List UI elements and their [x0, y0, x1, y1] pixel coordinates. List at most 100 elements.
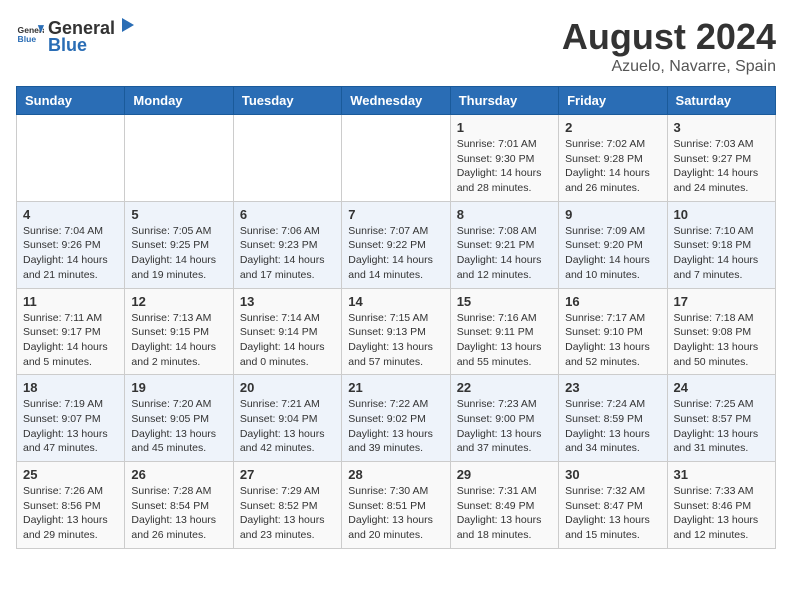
day-number: 17: [674, 294, 769, 309]
day-detail: Sunrise: 7:06 AM Sunset: 9:23 PM Dayligh…: [240, 224, 335, 283]
calendar-cell: 27 Sunrise: 7:29 AM Sunset: 8:52 PM Dayli…: [233, 462, 341, 549]
calendar-cell: 22 Sunrise: 7:23 AM Sunset: 9:00 PM Dayli…: [450, 375, 558, 462]
day-number: 10: [674, 207, 769, 222]
calendar-cell: 9Sunrise: 7:09 AM Sunset: 9:20 PM Daylig…: [559, 201, 667, 288]
weekday-header-wednesday: Wednesday: [342, 87, 450, 115]
day-detail: Sunrise: 7:04 AM Sunset: 9:26 PM Dayligh…: [23, 224, 118, 283]
day-number: 24: [674, 380, 769, 395]
day-number: 2: [565, 120, 660, 135]
calendar-cell: 15 Sunrise: 7:16 AM Sunset: 9:11 PM Dayli…: [450, 288, 558, 375]
day-number: 29: [457, 467, 552, 482]
day-detail: Sunrise: 7:01 AM Sunset: 9:30 PM Dayligh…: [457, 137, 552, 196]
calendar-cell: [125, 115, 233, 202]
day-detail: Sunrise: 7:25 AM Sunset: 8:57 PM Dayligh…: [674, 397, 769, 456]
day-number: 22: [457, 380, 552, 395]
weekday-header-saturday: Saturday: [667, 87, 775, 115]
day-detail: Sunrise: 7:26 AM Sunset: 8:56 PM Dayligh…: [23, 484, 118, 543]
logo-icon: General Blue: [16, 22, 44, 50]
logo-arrow-icon: [116, 16, 134, 34]
day-detail: Sunrise: 7:15 AM Sunset: 9:13 PM Dayligh…: [348, 311, 443, 370]
calendar-cell: 23 Sunrise: 7:24 AM Sunset: 8:59 PM Dayli…: [559, 375, 667, 462]
calendar-cell: 24 Sunrise: 7:25 AM Sunset: 8:57 PM Dayli…: [667, 375, 775, 462]
day-number: 27: [240, 467, 335, 482]
calendar-body: 1Sunrise: 7:01 AM Sunset: 9:30 PM Daylig…: [17, 115, 776, 549]
calendar-cell: 10 Sunrise: 7:10 AM Sunset: 9:18 PM Dayli…: [667, 201, 775, 288]
calendar-cell: 4 Sunrise: 7:04 AM Sunset: 9:26 PM Daylig…: [17, 201, 125, 288]
day-detail: Sunrise: 7:08 AM Sunset: 9:21 PM Dayligh…: [457, 224, 552, 283]
day-number: 11: [23, 294, 118, 309]
day-number: 26: [131, 467, 226, 482]
month-year-title: August 2024: [562, 16, 776, 58]
calendar-cell: 6 Sunrise: 7:06 AM Sunset: 9:23 PM Daylig…: [233, 201, 341, 288]
day-number: 28: [348, 467, 443, 482]
calendar-cell: [342, 115, 450, 202]
day-number: 23: [565, 380, 660, 395]
calendar-cell: 2 Sunrise: 7:02 AM Sunset: 9:28 PM Daylig…: [559, 115, 667, 202]
day-detail: Sunrise: 7:21 AM Sunset: 9:04 PM Dayligh…: [240, 397, 335, 456]
day-number: 30: [565, 467, 660, 482]
calendar-cell: 28 Sunrise: 7:30 AM Sunset: 8:51 PM Dayli…: [342, 462, 450, 549]
day-detail: Sunrise: 7:11 AM Sunset: 9:17 PM Dayligh…: [23, 311, 118, 370]
calendar-cell: 26 Sunrise: 7:28 AM Sunset: 8:54 PM Dayli…: [125, 462, 233, 549]
day-detail: Sunrise: 7:05 AM Sunset: 9:25 PM Dayligh…: [131, 224, 226, 283]
day-number: 6: [240, 207, 335, 222]
calendar-cell: 3Sunrise: 7:03 AM Sunset: 9:27 PM Daylig…: [667, 115, 775, 202]
calendar-cell: 31Sunrise: 7:33 AM Sunset: 8:46 PM Dayli…: [667, 462, 775, 549]
day-number: 13: [240, 294, 335, 309]
day-detail: Sunrise: 7:28 AM Sunset: 8:54 PM Dayligh…: [131, 484, 226, 543]
day-detail: Sunrise: 7:19 AM Sunset: 9:07 PM Dayligh…: [23, 397, 118, 456]
day-number: 14: [348, 294, 443, 309]
day-number: 19: [131, 380, 226, 395]
weekday-header-monday: Monday: [125, 87, 233, 115]
day-detail: Sunrise: 7:10 AM Sunset: 9:18 PM Dayligh…: [674, 224, 769, 283]
calendar-cell: 8 Sunrise: 7:08 AM Sunset: 9:21 PM Daylig…: [450, 201, 558, 288]
weekday-header-friday: Friday: [559, 87, 667, 115]
calendar-cell: [233, 115, 341, 202]
weekday-header-sunday: Sunday: [17, 87, 125, 115]
calendar-cell: 17 Sunrise: 7:18 AM Sunset: 9:08 PM Dayli…: [667, 288, 775, 375]
day-detail: Sunrise: 7:13 AM Sunset: 9:15 PM Dayligh…: [131, 311, 226, 370]
day-detail: Sunrise: 7:18 AM Sunset: 9:08 PM Dayligh…: [674, 311, 769, 370]
calendar-cell: 21 Sunrise: 7:22 AM Sunset: 9:02 PM Dayli…: [342, 375, 450, 462]
calendar-cell: 1Sunrise: 7:01 AM Sunset: 9:30 PM Daylig…: [450, 115, 558, 202]
calendar-cell: 12 Sunrise: 7:13 AM Sunset: 9:15 PM Dayli…: [125, 288, 233, 375]
calendar-week-row: 11 Sunrise: 7:11 AM Sunset: 9:17 PM Dayli…: [17, 288, 776, 375]
day-number: 5: [131, 207, 226, 222]
svg-text:Blue: Blue: [18, 34, 37, 44]
weekday-header-thursday: Thursday: [450, 87, 558, 115]
day-number: 15: [457, 294, 552, 309]
day-detail: Sunrise: 7:17 AM Sunset: 9:10 PM Dayligh…: [565, 311, 660, 370]
day-detail: Sunrise: 7:32 AM Sunset: 8:47 PM Dayligh…: [565, 484, 660, 543]
day-detail: Sunrise: 7:30 AM Sunset: 8:51 PM Dayligh…: [348, 484, 443, 543]
calendar-week-row: 4 Sunrise: 7:04 AM Sunset: 9:26 PM Daylig…: [17, 201, 776, 288]
calendar-week-row: 1Sunrise: 7:01 AM Sunset: 9:30 PM Daylig…: [17, 115, 776, 202]
calendar-cell: 11 Sunrise: 7:11 AM Sunset: 9:17 PM Dayli…: [17, 288, 125, 375]
day-number: 12: [131, 294, 226, 309]
calendar-week-row: 25 Sunrise: 7:26 AM Sunset: 8:56 PM Dayli…: [17, 462, 776, 549]
day-detail: Sunrise: 7:07 AM Sunset: 9:22 PM Dayligh…: [348, 224, 443, 283]
day-number: 7: [348, 207, 443, 222]
day-number: 21: [348, 380, 443, 395]
calendar-cell: 20 Sunrise: 7:21 AM Sunset: 9:04 PM Dayli…: [233, 375, 341, 462]
calendar-cell: 29 Sunrise: 7:31 AM Sunset: 8:49 PM Dayli…: [450, 462, 558, 549]
day-detail: Sunrise: 7:22 AM Sunset: 9:02 PM Dayligh…: [348, 397, 443, 456]
day-number: 20: [240, 380, 335, 395]
day-detail: Sunrise: 7:33 AM Sunset: 8:46 PM Dayligh…: [674, 484, 769, 543]
day-number: 3: [674, 120, 769, 135]
day-detail: Sunrise: 7:16 AM Sunset: 9:11 PM Dayligh…: [457, 311, 552, 370]
day-detail: Sunrise: 7:31 AM Sunset: 8:49 PM Dayligh…: [457, 484, 552, 543]
logo: General Blue General Blue: [16, 16, 134, 56]
calendar-header: SundayMondayTuesdayWednesdayThursdayFrid…: [17, 87, 776, 115]
calendar-cell: 7 Sunrise: 7:07 AM Sunset: 9:22 PM Daylig…: [342, 201, 450, 288]
day-detail: Sunrise: 7:02 AM Sunset: 9:28 PM Dayligh…: [565, 137, 660, 196]
calendar-week-row: 18Sunrise: 7:19 AM Sunset: 9:07 PM Dayli…: [17, 375, 776, 462]
calendar-table: SundayMondayTuesdayWednesdayThursdayFrid…: [16, 86, 776, 549]
day-number: 25: [23, 467, 118, 482]
day-detail: Sunrise: 7:24 AM Sunset: 8:59 PM Dayligh…: [565, 397, 660, 456]
day-detail: Sunrise: 7:23 AM Sunset: 9:00 PM Dayligh…: [457, 397, 552, 456]
day-number: 8: [457, 207, 552, 222]
calendar-cell: [17, 115, 125, 202]
day-number: 4: [23, 207, 118, 222]
calendar-cell: 16Sunrise: 7:17 AM Sunset: 9:10 PM Dayli…: [559, 288, 667, 375]
day-detail: Sunrise: 7:29 AM Sunset: 8:52 PM Dayligh…: [240, 484, 335, 543]
